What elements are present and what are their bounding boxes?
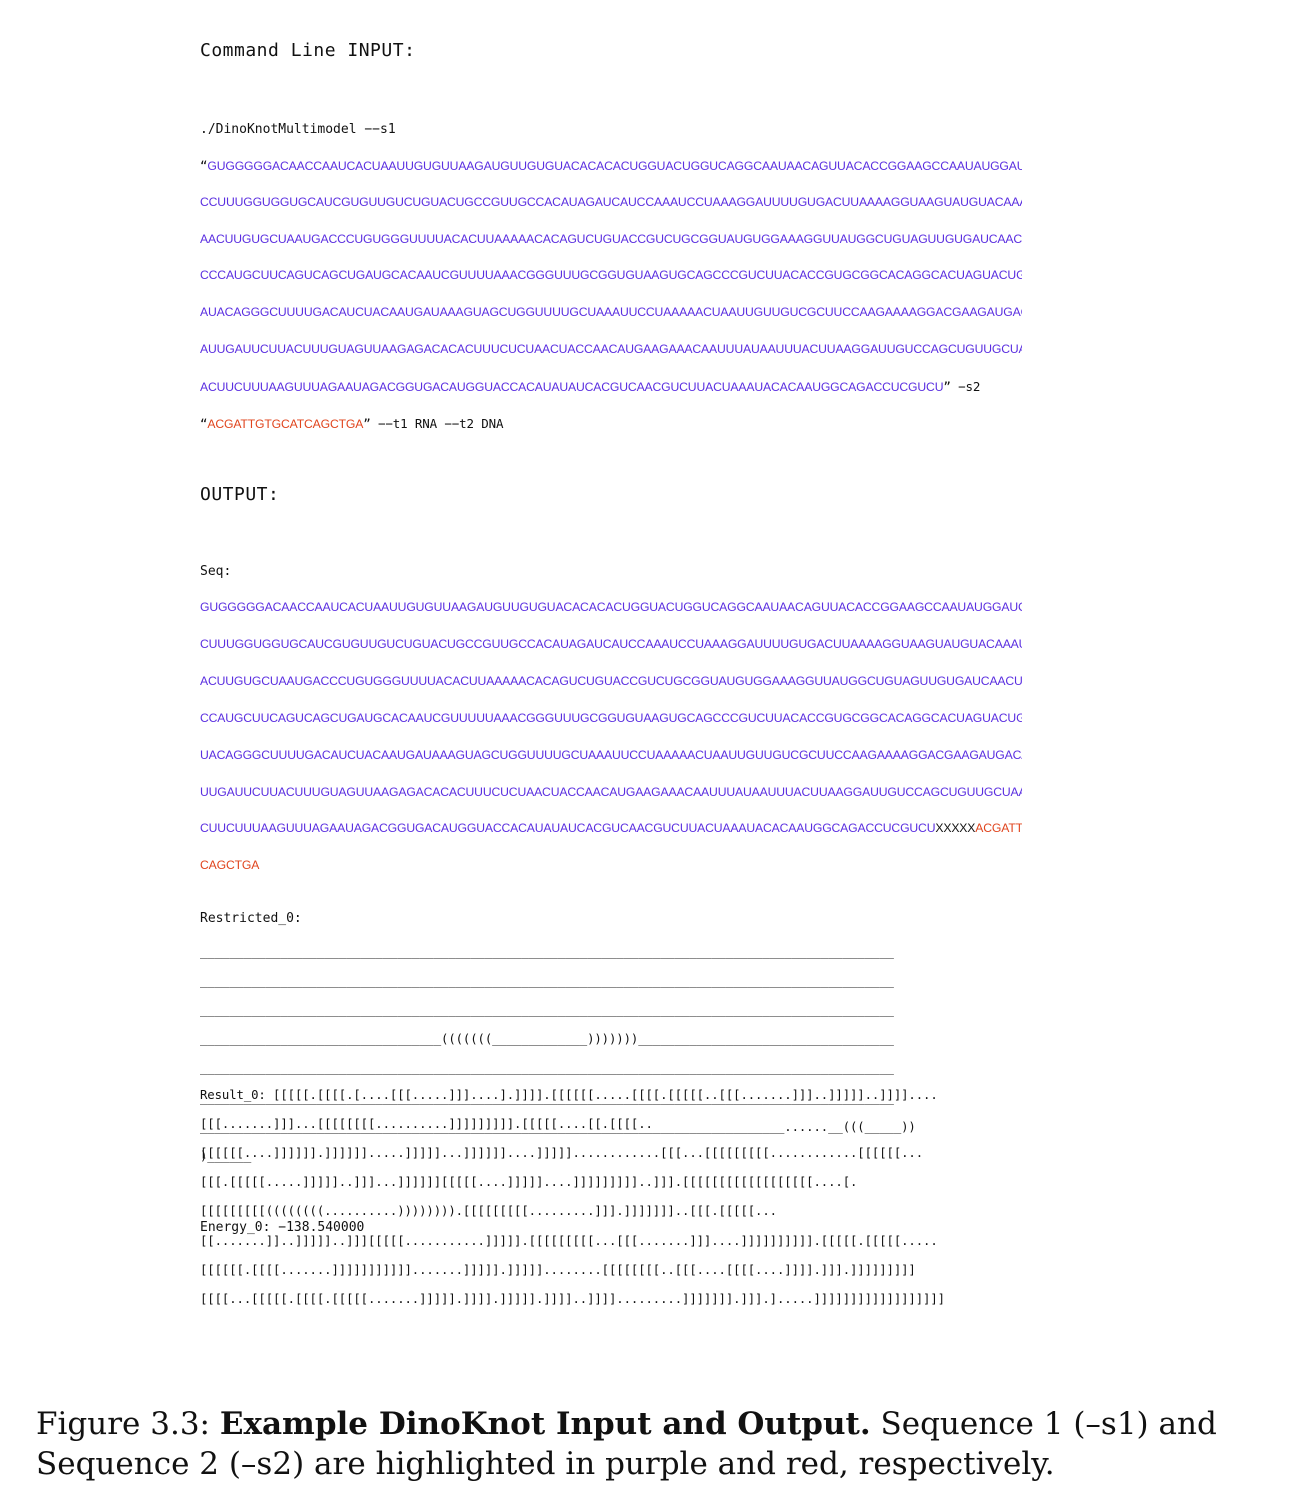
restricted-line: ________________________________________… [200,1002,894,1017]
s1-line-2: CCUUUGGUGGUGCAUCGUGUUGUCUGUACUGCCGUUGCCA… [200,195,1022,209]
seq-line-6: UUGAUUCUUACUUUGUAGUUAAGAGACACACUUUCUCUAA… [200,785,1022,799]
figure-caption: Figure 3.3: Example DinoKnot Input and O… [36,1404,1236,1484]
s1-close-flag: ” −s2 [943,379,981,394]
s1-line-6: AUUGAUUCUUACUUUGUAGUUAAGAGACACACUUUCUCUA… [200,342,1022,356]
restricted-line: _________________________________(((((((… [200,1032,894,1047]
seq-line-2: CUUUGGUGGUGCAUCGUGUUGUCUGUACUGCCGUUGCCAC… [200,637,1022,651]
seq-line-1: GUGGGGGACAACCAAUCACUAAUUGUGUUAAGAUGUUGUG… [200,600,1022,614]
s1-line-7: ACUUCUUUAAGUUUAGAAUAGACGGUGACAUGGUACCACA… [200,379,1022,394]
linker-text: XXXXX [935,821,976,835]
command-prefix: ./DinoKnotMultimodel −−s1 [200,122,396,137]
result-line: [[[[[[[[[((((((((..........)))))))).[[[[… [200,1204,777,1219]
s2-seq-text: ACGATTGTGCAT [975,821,1022,835]
figure-label: Figure 3.3: [36,1406,210,1442]
result-line: [[[.[[[[[.....]]]]]..]]]...]]]]]][[[[[..… [200,1175,858,1190]
seq-line-8: CAGCTGA [200,858,260,872]
s1-line-3: AACUUGUGCUAAUGACCCUGUGGGUUUUACACUUAAAAAC… [200,232,1022,246]
restricted-line: ________________________________________… [200,944,894,959]
result-line: Result_0: [[[[[.[[[[.[....[[[.....]]]...… [200,1087,938,1102]
result-line: [[[[[[.[[[[.......]]]]]]]]]]].......]]]]… [200,1262,916,1277]
result-structure: Result_0: [[[[[.[[[[.[....[[[.....]]]...… [200,1073,1030,1321]
result-line: [[[[[[....]]]]]].]]]]]].....]]]]]...]]]]… [200,1145,924,1160]
s1-seq-text: ACUUCUUUAAGUUUAGAAUAGACGGUGACAUGGUACCACA… [200,380,944,394]
seq-line-7: CUUCUUUAAGUUUAGAAUAGACGGUGACAUGGUACCACAU… [200,821,1022,835]
s1-seq-text: GUGGGGGACAACCAAUCACUAAUUGUGUUAAGAUGUUGUG… [207,159,1022,173]
type-flags: ” −−t1 RNA −−t2 DNA [363,416,504,431]
s1-line-1: “GUGGGGGACAACCAAUCACUAAUUGUGUUAAGAUGUUGU… [200,158,1022,173]
result-line: [[[[...[[[[[.[[[[.[[[[[.......]]]]].]]]]… [200,1291,945,1306]
seq-line-4: CCAUGCUUCAGUCAGCUGAUGCACAAUCGUUUUUAAACGG… [200,711,1022,725]
result-line: [[[.......]]]...[[[[[[[[..........]]]]]]… [200,1116,653,1131]
s1-line-5: AUACAGGGCUUUUGACAUCUACAAUGAUAAAGUAGCUGGU… [200,305,1022,319]
figure-title: Example DinoKnot Input and Output. [219,1406,871,1442]
energy-value: Energy_0: −138.540000 [200,1220,365,1235]
seq-line-5: UACAGGGCUUUUGACAUCUACAAUGAUAAAGUAGCUGGUU… [200,748,1022,762]
restricted-line: ________________________________________… [200,973,894,988]
seq-label: Seq: [200,564,232,579]
s1-seq-text: CUUCUUUAAGUUUAGAAUAGACGGUGACAUGGUACCACAU… [200,821,936,835]
seq-line-3: ACUUGUGCUAAUGACCCUGUGGGUUUUACACUUAAAAACA… [200,674,1022,688]
s2-input-line: “ACGATTGTGCATCAGCTGA” −−t1 RNA −−t2 DNA [200,416,1022,431]
s1-line-4: CCCAUGCUUCAGUCAGCUGAUGCACAAUCGUUUUAAACGG… [200,268,1022,282]
result-line: [[.......]]..]]]]]..]]][[[[[...........]… [200,1233,938,1248]
s2-seq-text: ACGATTGTGCATCAGCTGA [207,417,364,431]
input-heading: Command Line INPUT: [200,40,416,61]
output-heading: OUTPUT: [200,484,280,505]
restricted-label: Restricted_0: [200,911,302,926]
